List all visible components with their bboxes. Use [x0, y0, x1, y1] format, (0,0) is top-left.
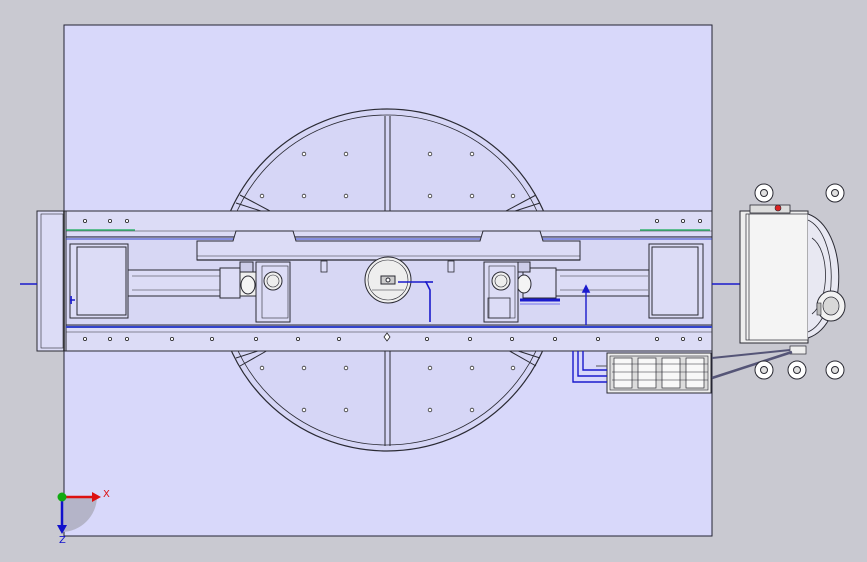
assembly-drawing[interactable]: X Z	[0, 0, 867, 562]
center-spindle[interactable]	[364, 256, 412, 304]
valve-manifold[interactable]	[606, 352, 712, 394]
cad-viewport[interactable]: X Z	[0, 0, 867, 562]
axis-z-label: Z	[59, 535, 66, 546]
control-unit[interactable]	[711, 204, 846, 380]
axis-x-label: X	[103, 489, 110, 500]
